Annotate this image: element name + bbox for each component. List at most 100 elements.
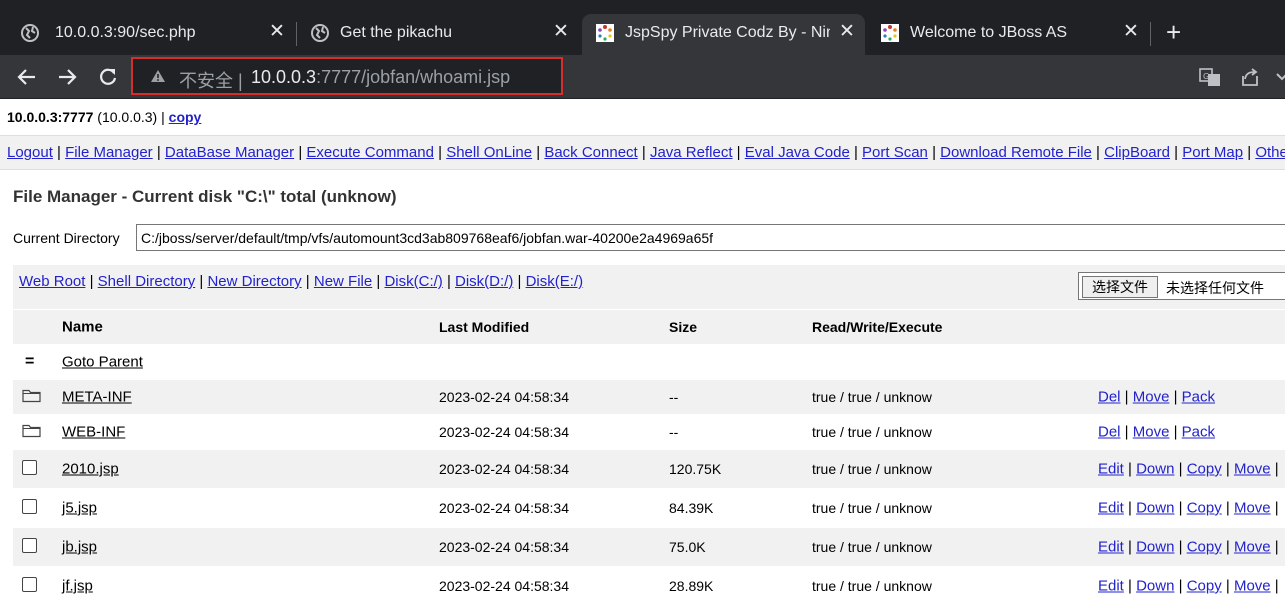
action-edit[interactable]: Edit xyxy=(1098,578,1124,595)
file-name-link[interactable]: jb.jsp xyxy=(62,539,97,556)
menu-database-manager[interactable]: DataBase Manager xyxy=(165,144,294,161)
menu-logout[interactable]: Logout xyxy=(7,144,53,161)
close-tab-icon[interactable]: ✕ xyxy=(269,22,285,42)
tab-title: Welcome to JBoss AS xyxy=(910,24,1068,41)
action-edit[interactable]: Edit xyxy=(1098,500,1124,517)
separator: | xyxy=(433,144,447,161)
separator: | xyxy=(152,144,165,161)
quick-link-disk-d[interactable]: Disk(D:/) xyxy=(455,273,513,290)
quick-link-new-directory[interactable]: New Directory xyxy=(207,273,301,290)
action-down[interactable]: Down xyxy=(1136,539,1174,556)
current-directory-input[interactable] xyxy=(136,224,1285,251)
url-host: 10.0.0.3 xyxy=(251,67,317,87)
action-move[interactable]: Move xyxy=(1133,389,1170,406)
close-tab-icon[interactable]: ✕ xyxy=(553,22,569,42)
copy-link[interactable]: copy xyxy=(169,109,202,125)
table-header-row: Name Last Modified Size Read/Write/Execu… xyxy=(13,310,1285,345)
action-edit[interactable]: Edit xyxy=(1098,539,1124,556)
file-name-link[interactable]: j5.jsp xyxy=(62,500,97,517)
file-name-link[interactable]: META-INF xyxy=(62,389,132,406)
action-down[interactable]: Down xyxy=(1136,578,1174,595)
goto-parent-link[interactable]: Goto Parent xyxy=(62,354,143,371)
file-name-link[interactable]: jf.jsp xyxy=(62,578,93,595)
separator: | xyxy=(1169,388,1182,406)
select-checkbox[interactable] xyxy=(22,538,37,556)
table-row: META-INF 2023-02-24 04:58:34 -- true / true… xyxy=(13,380,1285,415)
reload-button[interactable] xyxy=(95,64,121,90)
separator: | xyxy=(294,144,307,161)
host-ip: (10.0.0.3) xyxy=(97,109,158,125)
select-checkbox[interactable] xyxy=(22,499,37,517)
file-name-link[interactable]: WEB-INF xyxy=(62,424,125,441)
select-checkbox[interactable] xyxy=(22,577,37,595)
column-header-name: Name xyxy=(62,318,103,336)
table-row: jf.jsp 2023-02-24 04:58:34 28.89K true / tr… xyxy=(13,567,1285,606)
current-directory-label: Current Directory xyxy=(13,230,120,246)
jboss-favicon-icon xyxy=(596,24,614,42)
table-row: j5.jsp 2023-02-24 04:58:34 84.39K true / tr… xyxy=(13,489,1285,528)
file-upload-picker[interactable]: 选择文件 未选择任何文件 xyxy=(1078,272,1285,300)
menu-eval-java-code[interactable]: Eval Java Code xyxy=(745,144,850,161)
separator: | xyxy=(1170,144,1183,161)
separator: | xyxy=(1270,460,1279,478)
url-path: :7777/jobfan/whoami.jsp xyxy=(316,67,511,87)
file-name-link[interactable]: 2010.jsp xyxy=(62,461,119,478)
forward-button[interactable] xyxy=(54,64,80,90)
menu-file-manager[interactable]: File Manager xyxy=(65,144,153,161)
share-icon[interactable] xyxy=(1240,67,1260,87)
close-tab-icon[interactable]: ✕ xyxy=(1123,22,1139,42)
action-copy[interactable]: Copy xyxy=(1187,500,1222,517)
action-edit[interactable]: Edit xyxy=(1098,461,1124,478)
menu-port-map[interactable]: Port Map xyxy=(1182,144,1243,161)
new-tab-button[interactable]: + xyxy=(1166,18,1181,46)
menu-clipboard[interactable]: ClipBoard xyxy=(1104,144,1170,161)
quick-link-web-root[interactable]: Web Root xyxy=(19,273,85,290)
menu-port-scan[interactable]: Port Scan xyxy=(862,144,928,161)
action-del[interactable]: Del xyxy=(1098,424,1121,441)
separator: | xyxy=(637,144,650,161)
action-copy[interactable]: Copy xyxy=(1187,461,1222,478)
action-move[interactable]: Move xyxy=(1133,424,1170,441)
menu-java-reflect[interactable]: Java Reflect xyxy=(650,144,733,161)
select-checkbox[interactable] xyxy=(22,460,37,478)
quick-link-disk-e[interactable]: Disk(E:/) xyxy=(526,273,584,290)
translate-icon[interactable]: G xyxy=(1199,67,1221,87)
separator: | xyxy=(442,273,456,290)
menu-others[interactable]: Others xyxy=(1255,144,1285,161)
tab-sec-php[interactable]: 10.0.0.3:90/sec.php ✕ xyxy=(0,14,296,52)
chevron-down-icon[interactable] xyxy=(1276,73,1285,81)
action-move[interactable]: Move xyxy=(1234,500,1271,517)
action-move[interactable]: Move xyxy=(1234,461,1271,478)
action-pack[interactable]: Pack xyxy=(1182,389,1215,406)
close-tab-icon[interactable]: ✕ xyxy=(839,22,855,42)
row-actions: Edit | Down | Copy | Move | xyxy=(1098,578,1279,595)
tab-pikachu[interactable]: Get the pikachu ✕ xyxy=(296,14,581,52)
quick-link-new-file[interactable]: New File xyxy=(314,273,372,290)
action-move[interactable]: Move xyxy=(1234,539,1271,556)
tab-jboss-welcome[interactable]: Welcome to JBoss AS ✕ xyxy=(866,14,1150,52)
menu-back-connect[interactable]: Back Connect xyxy=(544,144,637,161)
separator: | xyxy=(1091,144,1105,161)
choose-file-button[interactable]: 选择文件 xyxy=(1082,276,1158,298)
back-button[interactable] xyxy=(14,64,40,90)
row-actions: Edit | Down | Copy | Move | xyxy=(1098,461,1279,478)
action-move[interactable]: Move xyxy=(1234,578,1271,595)
column-header-rwx: Read/Write/Execute xyxy=(812,319,943,335)
browser-toolbar: 不安全 | 10.0.0.3:7777/jobfan/whoami.jsp G xyxy=(0,55,1285,99)
action-copy[interactable]: Copy xyxy=(1187,578,1222,595)
menu-download-remote-file[interactable]: Download Remote File xyxy=(940,144,1092,161)
action-down[interactable]: Down xyxy=(1136,500,1174,517)
quick-link-disk-c[interactable]: Disk(C:/) xyxy=(384,273,442,290)
last-modified: 2023-02-24 04:58:34 xyxy=(439,424,569,440)
quick-link-shell-directory[interactable]: Shell Directory xyxy=(98,273,196,290)
separator: | xyxy=(1120,388,1133,406)
separator: | xyxy=(1174,538,1187,556)
action-copy[interactable]: Copy xyxy=(1187,539,1222,556)
action-del[interactable]: Del xyxy=(1098,389,1121,406)
tab-jspspy-active[interactable]: JspSpy Private Codz By - Nin ✕ xyxy=(582,14,865,55)
menu-shell-online[interactable]: Shell OnLine xyxy=(446,144,532,161)
action-down[interactable]: Down xyxy=(1136,461,1174,478)
menu-execute-command[interactable]: Execute Command xyxy=(306,144,434,161)
action-pack[interactable]: Pack xyxy=(1182,424,1215,441)
address-bar[interactable]: 不安全 | 10.0.0.3:7777/jobfan/whoami.jsp xyxy=(131,57,563,95)
